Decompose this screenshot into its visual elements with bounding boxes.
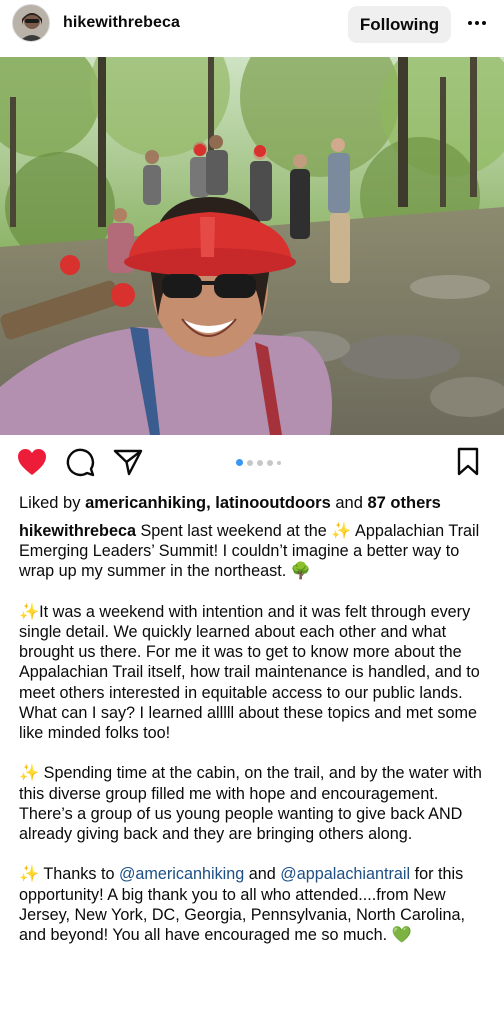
carousel-dot-active bbox=[236, 459, 243, 466]
caption-text: It was a weekend with intention and it w… bbox=[19, 602, 480, 743]
sparkles-icon: ✨ bbox=[19, 602, 40, 621]
more-horizontal-icon[interactable] bbox=[466, 12, 488, 34]
caption-text: Spent last weekend at the bbox=[140, 522, 327, 540]
caption-text: Spending time at the cabin, on the trail… bbox=[19, 764, 482, 844]
caption-username[interactable]: hikewithrebeca bbox=[19, 522, 136, 540]
carousel-dot bbox=[247, 459, 253, 466]
caption-paragraph-3: ✨ Spending time at the cabin, on the tra… bbox=[19, 763, 494, 844]
heart-icon[interactable] bbox=[16, 446, 48, 478]
liked-by-line[interactable]: Liked by americanhiking, latinooutdoors … bbox=[19, 494, 441, 513]
liked-by-users[interactable]: americanhiking, latinooutdoors bbox=[85, 494, 331, 512]
carousel-dot bbox=[257, 459, 263, 466]
liked-by-others[interactable]: 87 others bbox=[367, 494, 440, 512]
tree-icon: 🌳 bbox=[290, 562, 311, 581]
liked-by-and: and bbox=[335, 494, 363, 512]
green-heart-icon: 💚 bbox=[391, 926, 412, 945]
sparkles-icon: ✨ bbox=[331, 522, 352, 540]
comment-icon[interactable] bbox=[64, 446, 96, 478]
caption-text: Thanks to bbox=[43, 865, 115, 884]
share-icon[interactable] bbox=[112, 446, 144, 478]
caption-text: and bbox=[248, 865, 276, 884]
post-photo[interactable] bbox=[0, 57, 504, 435]
post-username[interactable]: hikewithrebeca bbox=[63, 14, 180, 32]
carousel-dot bbox=[277, 460, 281, 465]
following-button[interactable]: Following bbox=[348, 6, 451, 43]
sparkles-icon: ✨ bbox=[19, 764, 40, 783]
post-caption: hikewithrebeca Spent last weekend at the… bbox=[19, 521, 494, 945]
caption-paragraph-2: ✨It was a weekend with intention and it … bbox=[19, 602, 494, 743]
carousel-dot bbox=[267, 459, 273, 466]
post-header: hikewithrebeca Following bbox=[0, 0, 504, 50]
carousel-indicator bbox=[236, 459, 281, 466]
caption-paragraph-1: hikewithrebeca Spent last weekend at the… bbox=[19, 521, 494, 582]
liked-by-prefix: Liked by bbox=[19, 494, 81, 512]
sparkles-icon: ✨ bbox=[19, 865, 40, 884]
caption-paragraph-4: ✨ Thanks to @americanhiking and @appalac… bbox=[19, 864, 494, 945]
avatar[interactable] bbox=[12, 4, 50, 42]
mention-americanhiking[interactable]: @americanhiking bbox=[119, 865, 244, 883]
bookmark-icon[interactable] bbox=[452, 446, 484, 478]
mention-appalachiantrail[interactable]: @appalachiantrail bbox=[280, 865, 410, 883]
